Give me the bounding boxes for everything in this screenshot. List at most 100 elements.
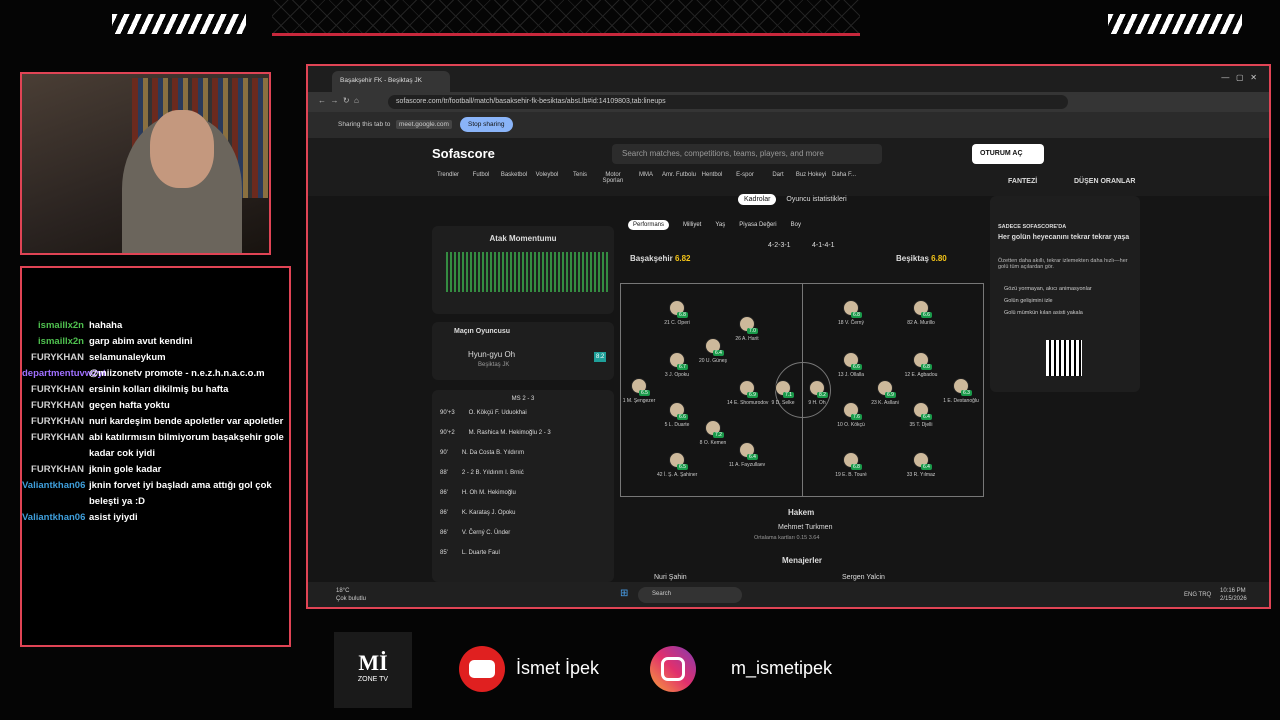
sport-tab[interactable]: Daha F... (826, 172, 862, 178)
event-row: 90' N. Da Costa B. Yıldırım (440, 450, 606, 456)
sport-tab[interactable]: Tenis (562, 172, 598, 178)
sport-tab[interactable]: Amr. Futbolu (661, 172, 697, 178)
sport-tab[interactable]: Voleybol (529, 172, 565, 178)
player-name: 33 R. Yılmaz (906, 472, 936, 478)
chat-text: garp abim avut kendini (89, 336, 193, 347)
player-name: 35 T. Djelli (909, 422, 933, 428)
filter-chip[interactable]: Yaş (715, 222, 725, 228)
chat-panel: ismaillx2n hahaha ismaillx2n garp abim avut… (20, 266, 291, 647)
chat-username[interactable]: FURYKHAN (22, 462, 84, 478)
taskbar-search[interactable]: Search (638, 587, 742, 603)
instagram-icon (650, 646, 696, 692)
sport-tab[interactable]: Trendler (430, 172, 466, 178)
motm-name[interactable]: Hyun-gyu Oh (468, 350, 515, 359)
player-rating: 7.1 (783, 392, 794, 398)
sport-tab[interactable]: E-spor (727, 172, 763, 178)
chat-username[interactable]: Valiantkhan06 (22, 510, 85, 526)
tab-title: Başakşehir FK - Beşiktaş JK (340, 77, 422, 84)
filter-chip[interactable]: Milliyet (683, 222, 701, 228)
odds-link[interactable]: DÜŞEN ORANLAR (1074, 178, 1135, 185)
fantasy-link[interactable]: FANTEZİ (1008, 178, 1037, 185)
event-row: 86' H. Oh M. Hekimoğlu (440, 490, 606, 496)
window-controls[interactable]: — ▢ ✕ (1221, 73, 1257, 82)
chat-username[interactable]: FURYKHAN (22, 350, 84, 366)
manager-away: Sergen Yalcin (842, 574, 885, 581)
player-name: 10 O. Kökçü (837, 422, 865, 428)
sofascore-page: Sofascore Search matches, competitions, … (308, 138, 1269, 582)
player-name: 1 E. Destanoğlu (943, 398, 979, 404)
decor-zigzag (272, 0, 860, 34)
windows-taskbar: 18°C Çok bulutlu ⊞ Search ENG TRQ 10:16 … (308, 582, 1269, 607)
login-button[interactable]: OTURUM AÇ (972, 144, 1044, 164)
referee-stats: Ortalama kartları 0.15 3.64 (754, 535, 820, 541)
start-icon[interactable]: ⊞ (620, 588, 628, 599)
sport-tab[interactable]: Buz Hokeyi (793, 172, 829, 178)
motm-title: Maçın Oyuncusu (454, 328, 511, 335)
home-rating: 6.82 (674, 254, 691, 263)
nav-icons[interactable]: ← → ↻ ⌂ (318, 96, 359, 105)
sport-tab[interactable]: Futbol (463, 172, 499, 178)
player-name: 23 K. Asllani (871, 400, 899, 406)
player-rating: 6.8 (851, 312, 862, 318)
event-row: 85' L. Duarte Faul (440, 550, 606, 556)
player-rating: 6.9 (885, 392, 896, 398)
chat-username[interactable]: FURYKHAN (22, 414, 84, 430)
player-name: 11 A. Fayzullaev (728, 462, 766, 468)
browser-tab[interactable]: Başakşehir FK - Beşiktaş JK (332, 71, 450, 92)
youtube-name: İsmet İpek (516, 658, 600, 678)
site-header: Sofascore Search matches, competitions, … (308, 138, 1269, 196)
event-row: 86' V. Černý C. Ünder (440, 530, 606, 536)
home-name: Başakşehir (630, 254, 673, 263)
player-name: 82 A. Murillo (907, 320, 935, 326)
chat-username[interactable]: Valiantkhan06 (22, 478, 85, 510)
filter-chip[interactable]: Boy (791, 222, 801, 228)
player-rating: 6.5 (677, 464, 688, 470)
sport-tab[interactable]: MMA (628, 172, 664, 178)
player-rating: 7.2 (713, 432, 724, 438)
sport-tab[interactable]: Basketbol (496, 172, 532, 178)
sofascore-logo[interactable]: Sofascore (432, 146, 495, 161)
chat-username[interactable]: FURYKHAN (22, 382, 84, 398)
clock-time[interactable]: 10:16 PM (1220, 588, 1246, 594)
search-input[interactable]: Search matches, competitions, teams, pla… (612, 144, 882, 164)
player-rating: 8.2 (817, 392, 828, 398)
url-field[interactable]: sofascore.com/tr/football/match/basakseh… (388, 95, 1068, 109)
stop-sharing-button[interactable]: Stop sharing (460, 117, 513, 132)
weather-desc: Çok bulutlu (336, 596, 367, 602)
chat-text: ersinin kolları dikilmiş bu hafta (89, 384, 229, 395)
chat-username[interactable]: ismaillx2n (22, 334, 84, 350)
filter-chip[interactable]: Performans (628, 220, 670, 230)
share-text: Sharing this tab to (338, 121, 391, 128)
player-rating: 6.4 (921, 464, 932, 470)
player-name: 12 E. Agbadou (904, 372, 938, 378)
player-name: 20 U. Güneş (698, 358, 728, 364)
sport-tab[interactable]: Hentbol (694, 172, 730, 178)
tab-lineups[interactable]: Kadrolar (738, 194, 777, 205)
ad-tag: SADECE SOFASCORE'DA (998, 224, 1067, 230)
event-row: 90'+2 M. Rashica M. Hekimoğlu 2 - 3 (440, 430, 606, 436)
sport-tab[interactable]: Dart (760, 172, 796, 178)
clock-date[interactable]: 2/15/2026 (1220, 596, 1247, 602)
player-rating: 6.4 (747, 454, 758, 460)
event-minute: 86' (440, 490, 448, 496)
away-formation: 4-1-4-1 (812, 242, 835, 249)
chat-username[interactable]: FURYKHAN (22, 398, 84, 414)
chat-username[interactable]: departmentuvw2yt (22, 366, 106, 382)
filter-chip[interactable]: Piyasa Değeri (739, 222, 776, 228)
chat-message: FURYKHAN abi katılırmısın bilmiyorum başa… (22, 430, 291, 462)
chat-message: ismaillx2n garp abim avut kendini (22, 334, 291, 350)
event-row: 86' K. Karataş J. Opoku (440, 510, 606, 516)
chat-text: nuri kardeşim bende apoletler var apolet… (89, 416, 284, 427)
event-text: H. Oh M. Hekimoğlu (461, 490, 516, 496)
lang-indicator[interactable]: ENG TRQ (1184, 592, 1211, 598)
chat-username[interactable]: ismaillx2n (22, 318, 84, 334)
qr-code[interactable] (1046, 340, 1082, 376)
chat-message: FURYKHAN jknin gole kadar (22, 462, 291, 478)
player-name: 19 E. B. Touré (835, 472, 867, 478)
player-name: 18 V. Černý (838, 320, 864, 326)
tab-player-stats[interactable]: Oyuncu istatistikleri (786, 196, 846, 203)
chat-message: departmentuvw2yt @miizonetv promote - n.e… (22, 366, 291, 382)
chat-text: asist iyiydi (89, 512, 138, 523)
chat-username[interactable]: FURYKHAN (22, 430, 84, 462)
sport-tab[interactable]: Motor Sporları (595, 172, 631, 184)
